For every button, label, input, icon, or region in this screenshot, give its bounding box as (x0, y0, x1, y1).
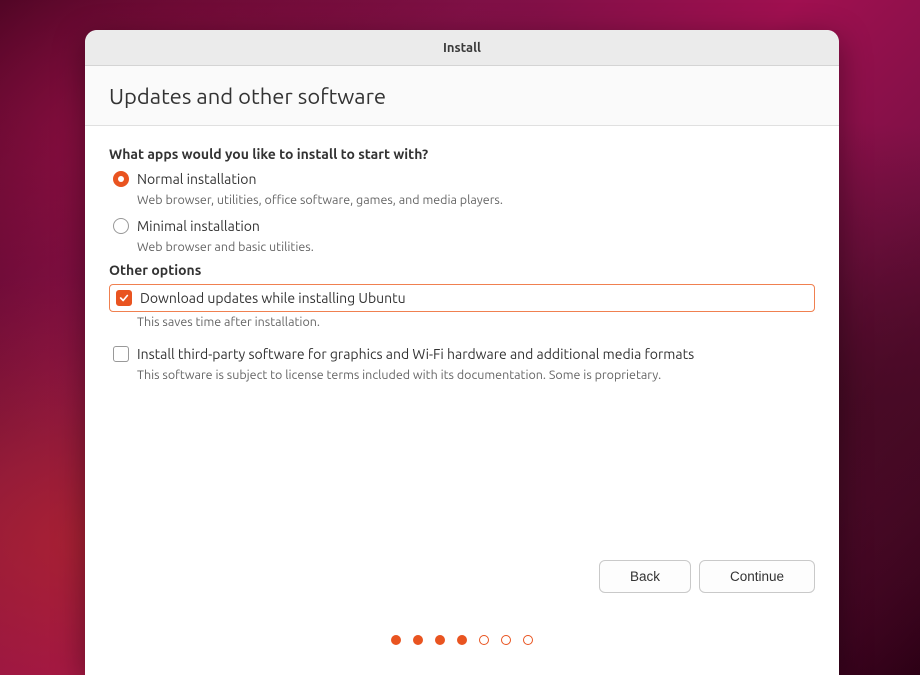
minimal-installation-label: Minimal installation (137, 218, 260, 234)
step-dot (413, 635, 423, 645)
button-row: Back Continue (109, 560, 815, 593)
step-dot (501, 635, 511, 645)
download-updates-label: Download updates while installing Ubuntu (140, 290, 406, 306)
content-area: What apps would you like to install to s… (85, 126, 839, 613)
titlebar: Install (85, 30, 839, 66)
checkmark-icon (119, 293, 129, 303)
apps-section-title: What apps would you like to install to s… (109, 146, 815, 162)
minimal-installation-radio[interactable]: Minimal installation (113, 215, 815, 237)
third-party-label: Install third-party software for graphic… (137, 346, 694, 362)
radio-icon (113, 171, 129, 187)
continue-button[interactable]: Continue (699, 560, 815, 593)
normal-installation-description: Web browser, utilities, office software,… (137, 193, 815, 207)
normal-installation-label: Normal installation (137, 171, 256, 187)
radio-icon (113, 218, 129, 234)
step-dot-current (457, 635, 467, 645)
download-updates-description: This saves time after installation. (137, 315, 815, 329)
window-title: Install (443, 41, 481, 55)
normal-installation-radio[interactable]: Normal installation (113, 168, 815, 190)
page-header: Updates and other software (85, 66, 839, 126)
step-dot (435, 635, 445, 645)
step-dot (523, 635, 533, 645)
checkbox-icon (116, 290, 132, 306)
other-options-title: Other options (109, 262, 815, 278)
step-dot (391, 635, 401, 645)
pagination-dots (85, 613, 839, 675)
step-dot (479, 635, 489, 645)
third-party-checkbox[interactable]: Install third-party software for graphic… (113, 343, 815, 365)
installer-window: Install Updates and other software What … (85, 30, 839, 675)
download-updates-checkbox[interactable]: Download updates while installing Ubuntu (109, 284, 815, 312)
third-party-description: This software is subject to license term… (137, 368, 815, 382)
back-button[interactable]: Back (599, 560, 691, 593)
page-title: Updates and other software (109, 84, 815, 109)
checkbox-icon (113, 346, 129, 362)
minimal-installation-description: Web browser and basic utilities. (137, 240, 815, 254)
